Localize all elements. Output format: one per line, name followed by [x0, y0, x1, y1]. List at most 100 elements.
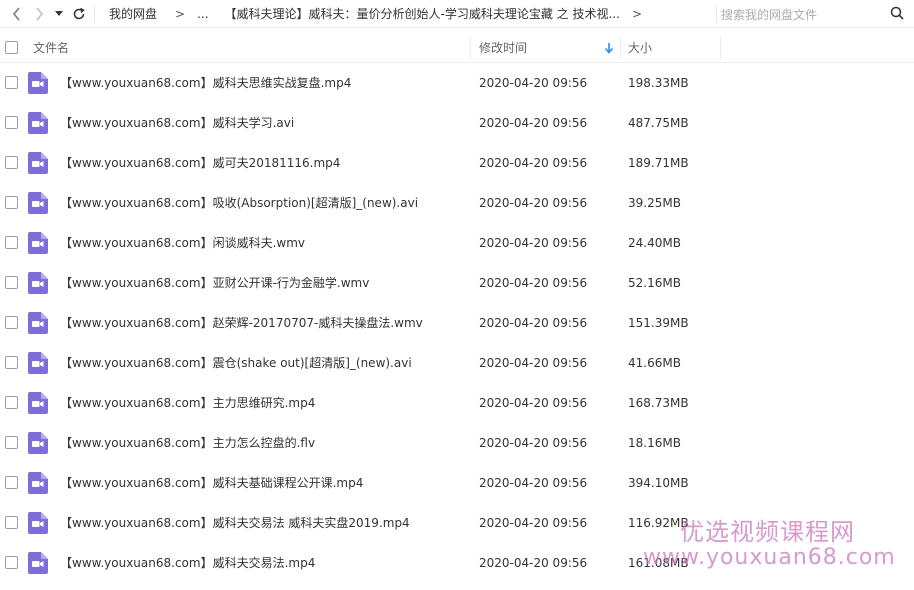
video-file-icon: [28, 512, 48, 534]
file-row-checkbox[interactable]: [5, 436, 18, 449]
file-name[interactable]: 【www.youxuan68.com】闲谈威科夫.wmv: [60, 223, 305, 263]
toolbar-divider: [94, 4, 95, 23]
refresh-icon: [73, 7, 85, 19]
search-icon[interactable]: [890, 6, 904, 23]
file-row[interactable]: 【www.youxuan68.com】威科夫思维实战复盘.mp4 2020-04-…: [0, 63, 914, 103]
column-header-size[interactable]: 大小: [628, 33, 652, 63]
file-row-checkbox[interactable]: [5, 236, 18, 249]
file-name[interactable]: 【www.youxuan68.com】亚财公开课-行为金融学.wmv: [60, 263, 369, 303]
file-size: 487.75MB: [628, 116, 689, 130]
history-dropdown-button[interactable]: [50, 0, 68, 28]
file-size: 189.71MB: [628, 156, 689, 170]
breadcrumb-separator: >: [175, 6, 186, 21]
column-header-modified[interactable]: 修改时间: [479, 33, 527, 63]
file-modified-time: 2020-04-20 09:56: [479, 556, 588, 570]
video-file-icon: [28, 192, 48, 214]
file-name[interactable]: 【www.youxuan68.com】主力思维研究.mp4: [60, 383, 315, 423]
file-row-checkbox[interactable]: [5, 276, 18, 289]
watermark-title: 优选视频课程网: [680, 518, 855, 546]
watermark-url: www.youxuan68.com: [643, 545, 896, 570]
file-row[interactable]: 【www.youxuan68.com】威科夫学习.avi 2020-04-20 0…: [0, 103, 914, 143]
file-row[interactable]: 【www.youxuan68.com】威科夫基础课程公开课.mp4 2020-04…: [0, 463, 914, 503]
breadcrumb-separator: >: [631, 6, 642, 21]
file-row-checkbox[interactable]: [5, 116, 18, 129]
breadcrumb: 我的网盘 > ... 【威科夫理论】威科夫：量价分析创始人-学习威科夫理论宝藏 …: [109, 0, 713, 28]
file-name[interactable]: 【www.youxuan68.com】威科夫交易法 威科夫实盘2019.mp4: [60, 503, 410, 543]
file-modified-time: 2020-04-20 09:56: [479, 276, 588, 290]
file-row-checkbox[interactable]: [5, 196, 18, 209]
file-size: 52.16MB: [628, 276, 681, 290]
file-row[interactable]: 【www.youxuan68.com】闲谈威科夫.wmv 2020-04-20 0…: [0, 223, 914, 263]
video-file-icon: [28, 112, 48, 134]
file-name[interactable]: 【www.youxuan68.com】威科夫基础课程公开课.mp4: [60, 463, 363, 503]
file-name[interactable]: 【www.youxuan68.com】主力怎么控盘的.flv: [60, 423, 315, 463]
file-row-checkbox[interactable]: [5, 516, 18, 529]
video-file-icon: [28, 352, 48, 374]
file-row-checkbox[interactable]: [5, 476, 18, 489]
file-size: 24.40MB: [628, 236, 681, 250]
search-box[interactable]: 搜索我的网盘文件: [716, 0, 914, 28]
file-modified-time: 2020-04-20 09:56: [479, 396, 588, 410]
file-modified-time: 2020-04-20 09:56: [479, 156, 588, 170]
file-name[interactable]: 【www.youxuan68.com】威可夫20181116.mp4: [60, 143, 340, 183]
file-row-checkbox[interactable]: [5, 76, 18, 89]
file-list-header: 文件名 修改时间 大小: [0, 33, 914, 63]
file-row-checkbox[interactable]: [5, 556, 18, 569]
file-row[interactable]: 【www.youxuan68.com】亚财公开课-行为金融学.wmv 2020-0…: [0, 263, 914, 303]
navigation-bar: 我的网盘 > ... 【威科夫理论】威科夫：量价分析创始人-学习威科夫理论宝藏 …: [0, 0, 914, 28]
file-name[interactable]: 【www.youxuan68.com】震仓(shake out)[超清版]_(n…: [60, 343, 412, 383]
video-file-icon: [28, 552, 48, 574]
column-divider: [620, 36, 621, 60]
file-row[interactable]: 【www.youxuan68.com】主力怎么控盘的.flv 2020-04-20…: [0, 423, 914, 463]
breadcrumb-item-ellipsis[interactable]: ...: [197, 7, 208, 21]
file-size: 394.10MB: [628, 476, 689, 490]
search-input[interactable]: 搜索我的网盘文件: [721, 6, 881, 23]
file-row-checkbox[interactable]: [5, 356, 18, 369]
breadcrumb-item-root[interactable]: 我的网盘: [109, 5, 157, 22]
chevron-right-icon: [36, 7, 43, 20]
file-row[interactable]: 【www.youxuan68.com】威可夫20181116.mp4 2020-0…: [0, 143, 914, 183]
breadcrumb-item-current[interactable]: 【威科夫理论】威科夫：量价分析创始人-学习威科夫理论宝藏 之 技术视...: [225, 5, 620, 22]
sort-descending-icon[interactable]: [604, 42, 614, 54]
forward-button[interactable]: [28, 0, 50, 28]
file-name[interactable]: 【www.youxuan68.com】威科夫思维实战复盘.mp4: [60, 63, 351, 103]
video-file-icon: [28, 152, 48, 174]
refresh-button[interactable]: [68, 0, 90, 28]
column-header-name[interactable]: 文件名: [33, 33, 69, 63]
file-row-checkbox[interactable]: [5, 156, 18, 169]
file-modified-time: 2020-04-20 09:56: [479, 356, 588, 370]
column-divider: [470, 36, 471, 60]
file-modified-time: 2020-04-20 09:56: [479, 316, 588, 330]
file-modified-time: 2020-04-20 09:56: [479, 236, 588, 250]
file-name[interactable]: 【www.youxuan68.com】威科夫学习.avi: [60, 103, 294, 143]
file-name[interactable]: 【www.youxuan68.com】吸收(Absorption)[超清版]_(…: [60, 183, 418, 223]
video-file-icon: [28, 272, 48, 294]
video-file-icon: [28, 432, 48, 454]
file-size: 41.66MB: [628, 356, 681, 370]
video-file-icon: [28, 312, 48, 334]
video-file-icon: [28, 472, 48, 494]
search-divider: [716, 5, 717, 23]
file-row[interactable]: 【www.youxuan68.com】主力思维研究.mp4 2020-04-20 …: [0, 383, 914, 423]
select-all-checkbox[interactable]: [5, 41, 18, 54]
file-modified-time: 2020-04-20 09:56: [479, 76, 588, 90]
file-name[interactable]: 【www.youxuan68.com】赵荣辉-20170707-威科夫操盘法.w…: [60, 303, 423, 343]
file-row[interactable]: 【www.youxuan68.com】赵荣辉-20170707-威科夫操盘法.w…: [0, 303, 914, 343]
file-modified-time: 2020-04-20 09:56: [479, 116, 588, 130]
file-row[interactable]: 【www.youxuan68.com】吸收(Absorption)[超清版]_(…: [0, 183, 914, 223]
file-modified-time: 2020-04-20 09:56: [479, 436, 588, 450]
file-name[interactable]: 【www.youxuan68.com】威科夫交易法.mp4: [60, 543, 315, 583]
column-divider: [720, 36, 721, 60]
caret-down-icon: [55, 10, 63, 16]
chevron-left-icon: [13, 7, 20, 20]
file-modified-time: 2020-04-20 09:56: [479, 196, 588, 210]
back-button[interactable]: [6, 0, 28, 28]
file-row[interactable]: 【www.youxuan68.com】震仓(shake out)[超清版]_(n…: [0, 343, 914, 383]
file-row-checkbox[interactable]: [5, 396, 18, 409]
file-size: 18.16MB: [628, 436, 681, 450]
file-size: 151.39MB: [628, 316, 689, 330]
file-size: 39.25MB: [628, 196, 681, 210]
file-modified-time: 2020-04-20 09:56: [479, 476, 588, 490]
file-size: 168.73MB: [628, 396, 689, 410]
file-row-checkbox[interactable]: [5, 316, 18, 329]
